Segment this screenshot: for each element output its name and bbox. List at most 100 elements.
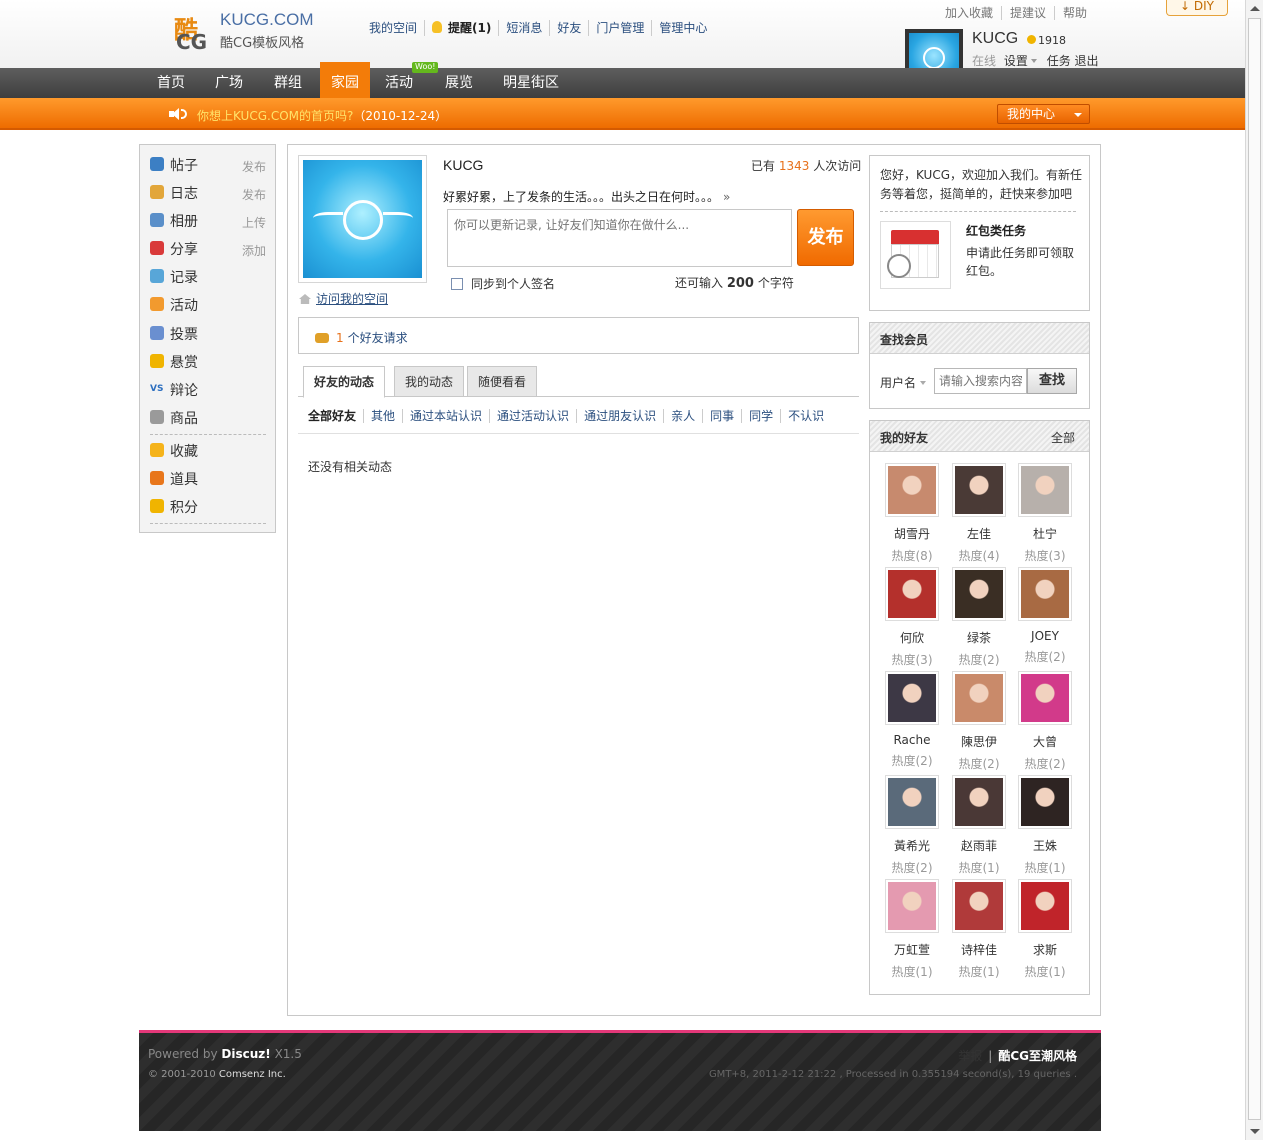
scroll-up-arrow-icon[interactable]	[1250, 6, 1260, 11]
topnav-admin-center[interactable]: 管理中心	[651, 20, 714, 36]
status-input[interactable]	[447, 209, 792, 267]
friend-avatar[interactable]	[952, 567, 1006, 621]
report-link[interactable]: 举报	[958, 1049, 982, 1063]
sidebar-item-posts[interactable]: 帖子 发布	[150, 154, 266, 174]
sidebar-item-blog[interactable]: 日志 发布	[150, 182, 266, 202]
friend-name[interactable]: 杜宁	[1015, 525, 1075, 542]
filter-family[interactable]: 亲人	[663, 409, 702, 423]
sidebar-item-record[interactable]: 记录	[150, 266, 266, 286]
tab-browse[interactable]: 随便看看	[467, 366, 538, 397]
friend-avatar[interactable]	[1018, 567, 1072, 621]
calendar-icon[interactable]	[880, 221, 951, 289]
sidebar-action-blog[interactable]: 发布	[242, 186, 266, 203]
filter-via-friends[interactable]: 通过朋友认识	[576, 409, 663, 423]
friend-item[interactable]: 赵雨菲 热度(1)	[949, 775, 1009, 876]
status-more-link[interactable]: »	[723, 190, 730, 204]
announcement-text[interactable]: 你想上KUCG.COM的首页吗?（2010-12-24）	[197, 107, 447, 124]
nav-exhibition[interactable]: 展览	[434, 68, 484, 98]
friend-avatar[interactable]	[885, 463, 939, 517]
friend-item[interactable]: 诗梓佳 热度(1)	[949, 879, 1009, 980]
friend-avatar[interactable]	[1018, 463, 1072, 517]
friend-avatar[interactable]	[952, 775, 1006, 829]
friend-avatar[interactable]	[885, 775, 939, 829]
friend-item[interactable]: 胡雪丹 热度(8)	[882, 463, 942, 564]
friend-name[interactable]: 绿茶	[949, 629, 1009, 646]
friend-item[interactable]: 王姝 热度(1)	[1015, 775, 1075, 876]
nav-square[interactable]: 广场	[204, 68, 254, 98]
diy-button[interactable]: ↓ DIY	[1166, 0, 1228, 16]
my-center-dropdown[interactable]: 我的中心	[997, 104, 1090, 124]
friend-name[interactable]: JOEY	[1015, 629, 1075, 643]
search-field-select[interactable]: 用户名	[880, 374, 927, 391]
user-name[interactable]: KUCG	[972, 30, 1018, 48]
sidebar-action-album[interactable]: 上传	[242, 214, 266, 231]
friend-avatar[interactable]	[952, 463, 1006, 517]
task-title[interactable]: 红包类任务	[966, 222, 1026, 239]
friend-item[interactable]: 黃希光 热度(2)	[882, 775, 942, 876]
tab-my-feed[interactable]: 我的动态	[394, 366, 465, 397]
sidebar-action-post[interactable]: 发布	[242, 158, 266, 175]
search-input[interactable]	[934, 368, 1027, 394]
friend-item[interactable]: 陳思伊 热度(2)	[949, 671, 1009, 772]
friend-name[interactable]: 何欣	[882, 629, 942, 646]
visit-my-space-link[interactable]: 访问我的空间	[316, 292, 388, 306]
comsenz-link[interactable]: Comsenz Inc.	[219, 1069, 286, 1080]
friend-name[interactable]: 黃希光	[882, 837, 942, 854]
tab-friends-feed[interactable]: 好友的动态	[303, 366, 386, 398]
filter-colleagues[interactable]: 同事	[702, 409, 741, 423]
friend-name[interactable]: 大曾	[1015, 733, 1075, 750]
friend-item[interactable]: 绿茶 热度(2)	[949, 567, 1009, 668]
sidebar-item-album[interactable]: 相册 上传	[150, 210, 266, 230]
filter-unknown[interactable]: 不认识	[780, 409, 831, 423]
friend-avatar[interactable]	[1018, 671, 1072, 725]
profile-avatar[interactable]	[298, 155, 427, 283]
nav-star-street[interactable]: 明星街区	[493, 68, 569, 98]
friend-name[interactable]: Rache	[882, 733, 942, 747]
friend-item[interactable]: 何欣 热度(3)	[882, 567, 942, 668]
friend-item[interactable]: 万虹萱 热度(1)	[882, 879, 942, 980]
friend-item[interactable]: 杜宁 热度(3)	[1015, 463, 1075, 564]
topnav-my-space[interactable]: 我的空间	[369, 20, 424, 36]
friend-item[interactable]: JOEY 热度(2)	[1015, 567, 1075, 665]
help-link[interactable]: 帮助	[1054, 6, 1095, 20]
friend-name[interactable]: 陳思伊	[949, 733, 1009, 750]
friend-item[interactable]: 左佳 热度(4)	[949, 463, 1009, 564]
theme-link[interactable]: 酷CG至潮风格	[998, 1049, 1077, 1063]
add-favorite-link[interactable]: 加入收藏	[945, 6, 1001, 20]
filter-other[interactable]: 其他	[363, 409, 402, 423]
sidebar-item-favorites[interactable]: 收藏	[150, 440, 266, 460]
tasks-link[interactable]: 任务	[1047, 54, 1071, 68]
sidebar-item-props[interactable]: 道具	[150, 468, 266, 488]
site-logo[interactable]: 酷 CG KUCG.COM 酷CG模板风格	[172, 10, 317, 54]
suggestion-link[interactable]: 提建议	[1001, 6, 1054, 20]
sidebar-item-share[interactable]: 分享 添加	[150, 238, 266, 258]
friend-name[interactable]: 赵雨菲	[949, 837, 1009, 854]
scroll-down-arrow-icon[interactable]	[1250, 1129, 1260, 1134]
settings-dropdown-icon[interactable]	[1030, 59, 1037, 63]
discuz-link[interactable]: Discuz!	[221, 1047, 270, 1061]
all-friends-link[interactable]: 全部	[1051, 429, 1075, 446]
sync-signature-checkbox[interactable]	[451, 278, 463, 290]
sidebar-item-poll[interactable]: 投票	[150, 323, 266, 343]
topnav-remind[interactable]: 提醒(1)	[424, 20, 498, 36]
sidebar-item-reward[interactable]: 悬赏	[150, 351, 266, 371]
topnav-friends[interactable]: 好友	[549, 20, 588, 36]
nav-home-space[interactable]: 家园	[320, 62, 370, 98]
topnav-portal-admin[interactable]: 门户管理	[588, 20, 651, 36]
profile-name[interactable]: KUCG	[443, 157, 483, 173]
sidebar-item-activity[interactable]: 活动	[150, 294, 266, 314]
logout-link[interactable]: 退出	[1075, 54, 1099, 68]
filter-via-activity[interactable]: 通过活动认识	[489, 409, 576, 423]
friend-name[interactable]: 诗梓佳	[949, 941, 1009, 958]
friend-avatar[interactable]	[952, 879, 1006, 933]
friend-avatar[interactable]	[1018, 879, 1072, 933]
sidebar-item-debate[interactable]: VS 辩论	[150, 379, 266, 399]
page-scrollbar[interactable]	[1245, 0, 1263, 1140]
publish-button[interactable]: 发布	[797, 209, 854, 266]
friend-name[interactable]: 求斯	[1015, 941, 1075, 958]
friend-item[interactable]: 求斯 热度(1)	[1015, 879, 1075, 980]
friend-request-link[interactable]: 1 个好友请求	[336, 331, 408, 345]
friend-item[interactable]: Rache 热度(2)	[882, 671, 942, 769]
friend-avatar[interactable]	[885, 567, 939, 621]
settings-link[interactable]: 设置	[1004, 54, 1028, 68]
